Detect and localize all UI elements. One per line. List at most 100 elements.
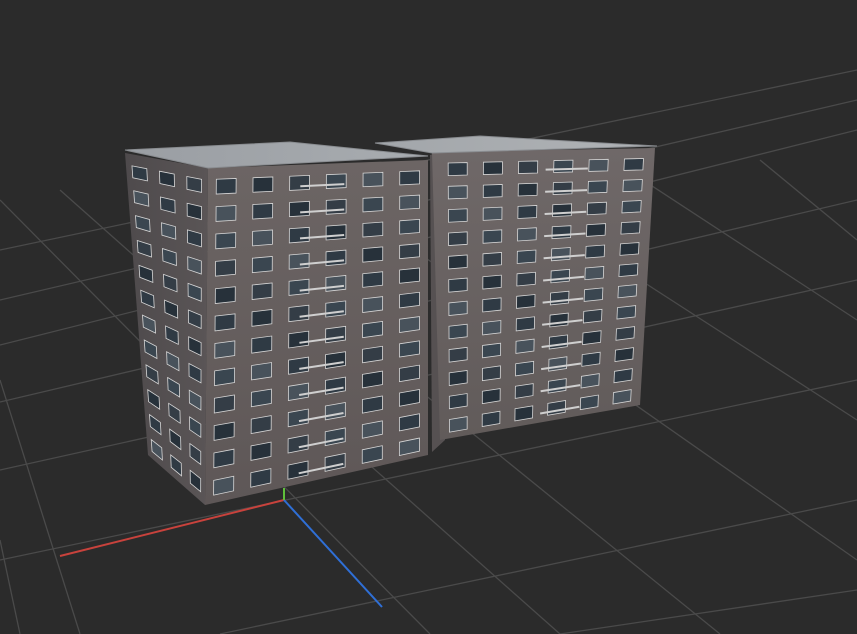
window: [399, 243, 420, 260]
window: [482, 342, 502, 359]
window: [585, 244, 606, 259]
window: [620, 221, 641, 235]
window: [515, 316, 535, 332]
window: [325, 325, 347, 344]
window: [214, 286, 236, 304]
window: [553, 159, 574, 173]
window: [514, 383, 534, 399]
window: [482, 297, 502, 313]
window: [214, 367, 236, 387]
window: [550, 268, 571, 284]
3d-viewport[interactable]: [0, 0, 857, 634]
window: [362, 296, 384, 313]
window: [613, 368, 633, 384]
window: [362, 196, 384, 213]
window: [551, 225, 572, 240]
window: [617, 284, 638, 299]
window: [288, 330, 310, 349]
world-origin-axes: [59, 488, 383, 608]
window: [251, 282, 273, 300]
window: [399, 364, 420, 383]
window: [325, 275, 347, 292]
window: [399, 194, 420, 210]
window: [251, 256, 273, 274]
window: [215, 232, 237, 250]
window: [215, 259, 236, 277]
window: [448, 300, 468, 316]
window: [482, 320, 502, 336]
window: [362, 221, 384, 238]
window: [586, 201, 607, 216]
window: [582, 308, 603, 324]
window: [186, 176, 203, 193]
window: [288, 356, 309, 375]
window: [482, 252, 502, 267]
tower-block-left[interactable]: [124, 141, 429, 505]
window: [448, 277, 468, 293]
window: [552, 181, 573, 195]
window: [482, 274, 502, 290]
window: [482, 206, 503, 221]
grid-line: [759, 159, 857, 241]
window: [251, 309, 273, 327]
window: [448, 393, 468, 410]
window: [325, 351, 346, 369]
window: [289, 174, 310, 191]
window: [288, 304, 310, 323]
grid-line: [0, 99, 857, 301]
window: [252, 203, 274, 220]
window: [551, 247, 571, 262]
window: [289, 200, 310, 218]
window: [619, 242, 640, 256]
window: [362, 320, 383, 339]
window: [447, 162, 468, 177]
window: [515, 338, 535, 354]
window: [325, 300, 347, 318]
window: [325, 249, 347, 267]
grid-line: [0, 279, 857, 471]
window: [448, 369, 468, 386]
window: [325, 224, 347, 241]
window: [214, 340, 236, 359]
window: [449, 416, 468, 433]
window: [482, 184, 503, 198]
grid-line: [0, 199, 857, 403]
window: [288, 278, 310, 296]
window: [325, 376, 346, 395]
window: [481, 410, 501, 427]
window: [614, 347, 634, 363]
window: [588, 158, 609, 172]
grid-line: [559, 589, 857, 634]
window: [586, 223, 606, 237]
window: [399, 218, 420, 235]
window: [622, 179, 643, 193]
window: [252, 176, 274, 193]
window: [214, 313, 236, 332]
z-axis-line: [283, 499, 383, 608]
window: [362, 271, 384, 288]
window: [287, 382, 309, 401]
window: [582, 330, 602, 346]
x-axis-line: [59, 499, 285, 557]
window: [448, 254, 468, 270]
window: [447, 208, 468, 223]
window: [288, 252, 310, 270]
window: [325, 173, 347, 189]
window: [448, 323, 468, 340]
window: [399, 267, 420, 284]
window: [362, 345, 383, 364]
window: [482, 229, 503, 244]
window: [213, 421, 235, 441]
window: [252, 229, 273, 247]
window: [549, 312, 569, 328]
window: [580, 373, 600, 389]
window: [621, 200, 642, 214]
window: [618, 263, 639, 278]
window: [581, 351, 601, 367]
window: [587, 180, 608, 194]
window: [517, 227, 537, 242]
window: [623, 158, 644, 171]
window: [251, 362, 273, 381]
window: [362, 171, 384, 188]
window: [517, 205, 538, 219]
